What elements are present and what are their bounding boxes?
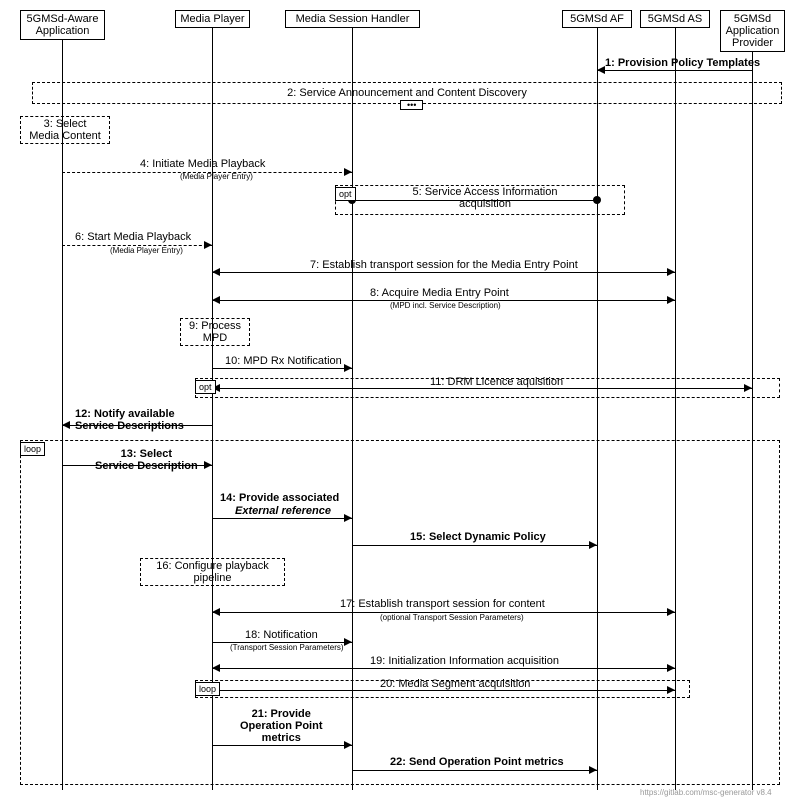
sublabel-m8: (MPD incl. Service Description)	[390, 301, 501, 310]
arrow-m10	[212, 368, 352, 369]
arrow-m20	[212, 690, 675, 691]
participant-msh: Media Session Handler	[285, 10, 420, 28]
label-m16: 16: Configure playback pipeline	[156, 560, 269, 584]
label-m5: 5: Service Access Information acquisitio…	[395, 186, 575, 210]
label-m20: 20: Media Segment acquisition	[380, 678, 530, 690]
arrowhead-m12	[62, 421, 70, 429]
arrowhead-m8-l	[212, 296, 220, 304]
arrowhead-m18	[344, 638, 352, 646]
label-m7: 7: Establish transport session for the M…	[310, 259, 578, 271]
label-m4: 4: Initiate Media Playback	[140, 158, 265, 170]
label-m14i: External reference	[235, 505, 331, 517]
sublabel-m18: (Transport Session Parameters)	[230, 643, 344, 652]
box-m3: 3: Select Media Content	[20, 116, 110, 144]
ref-ellipsis-icon: •••	[400, 100, 423, 110]
label-m1: 1: Provision Policy Templates	[605, 57, 760, 69]
label-m12: 12: Notify available Service Description…	[75, 408, 184, 432]
dot-m5-r	[593, 196, 601, 204]
label-m10: 10: MPD Rx Notification	[225, 355, 342, 367]
participant-app: 5GMSd-Aware Application	[20, 10, 105, 40]
participant-app-label: 5GMSd-Aware Application	[27, 13, 99, 37]
label-m18: 18: Notification	[245, 629, 318, 641]
arrowhead-m20-r	[667, 686, 675, 694]
arrowhead-m8-r	[667, 296, 675, 304]
arrow-m14	[212, 518, 352, 519]
arrowhead-m15	[589, 541, 597, 549]
box-m9: 9: Process MPD	[180, 318, 250, 346]
arrowhead-m22	[589, 766, 597, 774]
sequence-diagram: 5GMSd-Aware Application Media Player Med…	[10, 10, 785, 797]
label-m19: 19: Initialization Information acquisiti…	[370, 655, 559, 667]
arrowhead-m7-l	[212, 268, 220, 276]
loop-label: loop	[20, 442, 45, 456]
sublabel-m6: (Media Player Entry)	[110, 246, 183, 255]
arrowhead-m21	[344, 741, 352, 749]
participant-msh-label: Media Session Handler	[296, 13, 410, 25]
arrow-m22	[352, 770, 597, 771]
arrowhead-m7-r	[667, 268, 675, 276]
arrowhead-m11-r	[744, 384, 752, 392]
loop-label-m20: loop	[195, 682, 220, 696]
participant-media-player-label: Media Player	[180, 13, 244, 25]
arrowhead-m4	[344, 168, 352, 176]
sublabel-m17: (optional Transport Session Parameters)	[380, 613, 524, 622]
arrowhead-m13	[204, 461, 212, 469]
opt-label-m11: opt	[195, 380, 216, 394]
arrowhead-m17-l	[212, 608, 220, 616]
label-m2: 2: Service Announcement and Content Disc…	[287, 87, 527, 99]
label-m21: 21: Provide Operation Point metrics	[240, 708, 323, 744]
arrowhead-m10	[344, 364, 352, 372]
watermark: https://gitlab.com/msc-generator v8.4	[640, 788, 772, 797]
arrow-m11	[212, 388, 752, 389]
label-m6: 6: Start Media Playback	[75, 231, 191, 243]
label-m11: 11: DRM Licence aquisition	[430, 376, 563, 388]
label-m3: 3: Select Media Content	[29, 118, 101, 142]
label-m9: 9: Process MPD	[189, 320, 241, 344]
participant-app-provider-label: 5GMSd Application Provider	[726, 13, 780, 49]
label-m15: 15: Select Dynamic Policy	[410, 531, 546, 543]
arrow-m1	[597, 70, 752, 71]
label-m14: 14: Provide associated	[220, 492, 339, 504]
arrowhead-m6	[204, 241, 212, 249]
arrowhead-m19-r	[667, 664, 675, 672]
label-m22: 22: Send Operation Point metrics	[390, 756, 564, 768]
arrowhead-m14	[344, 514, 352, 522]
arrowhead-m17-r	[667, 608, 675, 616]
participant-af: 5GMSd AF	[562, 10, 632, 28]
participant-af-label: 5GMSd AF	[570, 13, 624, 25]
arrow-m21	[212, 745, 352, 746]
arrowhead-m1	[597, 66, 605, 74]
arrow-m19	[212, 668, 675, 669]
sublabel-m4: (Media Player Entry)	[180, 172, 253, 181]
arrowhead-m19-l	[212, 664, 220, 672]
participant-as: 5GMSd AS	[640, 10, 710, 28]
participant-media-player: Media Player	[175, 10, 250, 28]
label-m13: 13: Select Service Description	[95, 448, 198, 472]
opt-label-m5: opt	[335, 187, 356, 201]
box-m16: 16: Configure playback pipeline	[140, 558, 285, 586]
arrow-m15	[352, 545, 597, 546]
arrow-m7	[212, 272, 675, 273]
participant-app-provider: 5GMSd Application Provider	[720, 10, 785, 52]
label-m17: 17: Establish transport session for cont…	[340, 598, 545, 610]
label-m8: 8: Acquire Media Entry Point	[370, 287, 509, 299]
participant-as-label: 5GMSd AS	[648, 13, 702, 25]
